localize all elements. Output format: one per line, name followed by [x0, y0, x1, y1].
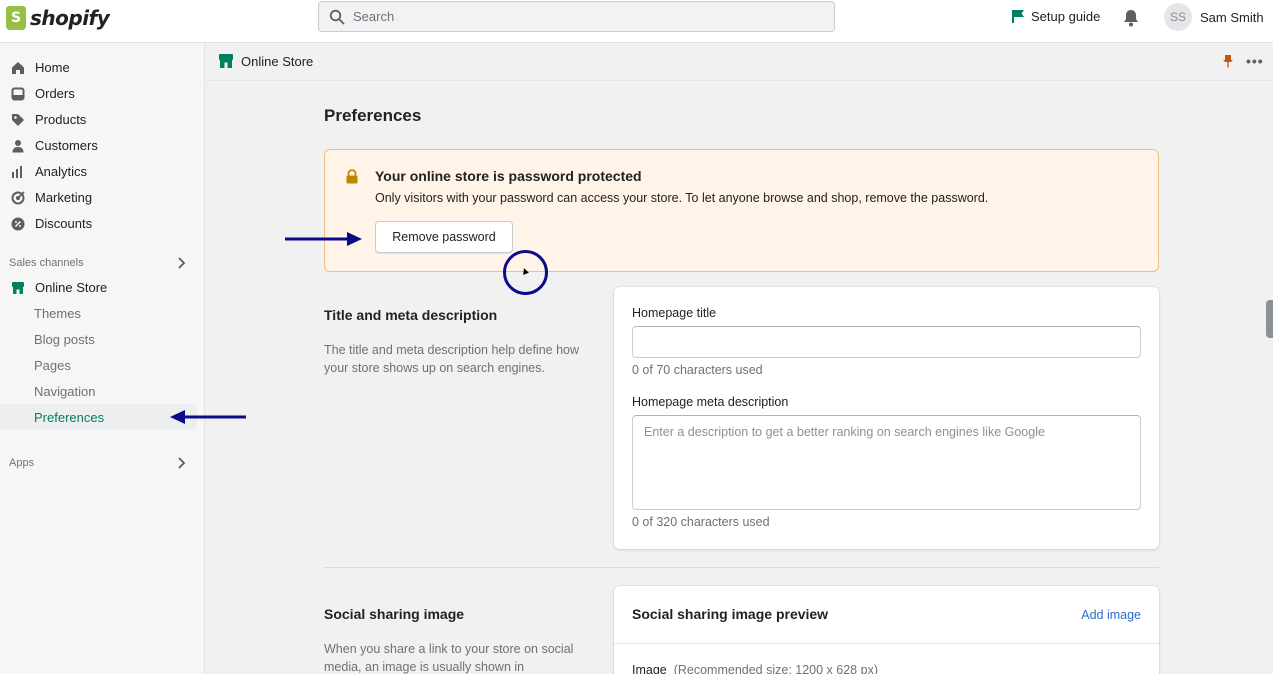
store-icon [10, 280, 25, 295]
search-input[interactable]: Search [318, 1, 835, 32]
sidebar-item-home[interactable]: Home [10, 60, 70, 75]
title-meta-heading: Title and meta description [324, 307, 498, 323]
sidebar-subitem-navigation[interactable]: Navigation [34, 384, 95, 399]
annotation-arrow-icon [170, 410, 246, 424]
shopify-bag-icon [6, 6, 26, 30]
social-card-title: Social sharing image preview [632, 606, 829, 622]
sidebar-item-orders[interactable]: Orders [10, 86, 75, 101]
sidebar-item-label: Online Store [35, 280, 108, 295]
title-meta-description: The title and meta description help defi… [324, 343, 580, 375]
sidebar-subitem-pages[interactable]: Pages [34, 358, 71, 373]
orders-icon [10, 86, 25, 101]
sidebar-item-label: Products [35, 112, 87, 127]
logo-text: shopify [30, 6, 110, 30]
social-sharing-card: Social sharing image preview Add image I… [614, 586, 1159, 674]
page-header-title: Online Store [241, 54, 314, 69]
person-icon [10, 138, 25, 153]
sidebar: Home Orders Products Customers Analytics… [0, 43, 205, 674]
sidebar-item-analytics[interactable]: Analytics [10, 164, 87, 179]
page-header: Online Store ••• [206, 43, 1273, 81]
meta-description-label: Homepage meta description [632, 395, 789, 409]
section-divider [324, 567, 1159, 568]
sidebar-item-label: Orders [35, 86, 75, 101]
image-size-hint: (Recommended size: 1200 x 628 px) [673, 663, 878, 674]
top-bar: shopify Search Setup guide SS Sam Smith [0, 0, 1273, 43]
banner-text: Only visitors with your password can acc… [375, 191, 989, 205]
bell-icon [1124, 10, 1138, 27]
flag-icon [1012, 10, 1024, 23]
add-image-link[interactable]: Add image [1081, 608, 1141, 622]
password-banner: Your online store is password protected … [324, 149, 1159, 272]
annotation-arrow-icon [285, 232, 362, 246]
lock-icon [346, 169, 358, 184]
sidebar-item-label: Home [35, 60, 70, 75]
pin-icon[interactable] [1222, 54, 1234, 68]
social-sharing-heading: Social sharing image [324, 606, 465, 622]
search-icon [329, 9, 345, 24]
remove-password-button[interactable]: Remove password [375, 221, 513, 253]
sidebar-item-online-store[interactable]: Online Store [10, 280, 107, 295]
sidebar-subitem-blog-posts[interactable]: Blog posts [34, 332, 95, 347]
chevron-right-icon[interactable] [176, 256, 186, 270]
chevron-right-icon[interactable] [176, 456, 186, 470]
sidebar-item-discounts[interactable]: Discounts [10, 216, 92, 231]
image-field-label: Image (Recommended size: 1200 x 628 px) [632, 663, 878, 674]
discount-icon [10, 216, 25, 231]
sidebar-item-label: Analytics [35, 164, 88, 179]
image-label-text: Image [632, 663, 667, 674]
bar-chart-icon [10, 164, 25, 179]
homepage-title-input[interactable] [632, 326, 1141, 358]
sidebar-subitem-themes[interactable]: Themes [34, 306, 81, 321]
sidebar-item-label: Customers [35, 138, 98, 153]
social-sharing-description: When you share a link to your store on s… [324, 642, 574, 674]
apps-label: Apps [9, 457, 35, 469]
page-title: Preferences [324, 106, 422, 125]
search-placeholder: Search [353, 9, 395, 24]
sales-channels-label: Sales channels [9, 257, 84, 269]
setup-guide-label: Setup guide [1031, 9, 1101, 24]
shopify-logo[interactable]: shopify [6, 6, 110, 30]
home-icon [10, 60, 25, 75]
user-name: Sam Smith [1200, 9, 1264, 25]
card-divider [614, 643, 1159, 644]
scrollbar-handle[interactable] [1266, 300, 1273, 338]
tag-icon [10, 112, 25, 127]
banner-title: Your online store is password protected [375, 168, 642, 184]
notifications-button[interactable] [1122, 8, 1140, 31]
more-actions-icon[interactable]: ••• [1246, 53, 1264, 69]
sidebar-subitem-preferences[interactable]: Preferences [34, 410, 104, 425]
sidebar-item-label: Discounts [35, 216, 93, 231]
title-meta-card: Homepage title 0 of 70 characters used H… [614, 287, 1159, 549]
sidebar-item-marketing[interactable]: Marketing [10, 190, 92, 205]
sidebar-item-products[interactable]: Products [10, 112, 86, 127]
meta-description-help: 0 of 320 characters used [632, 515, 770, 529]
homepage-title-label: Homepage title [632, 306, 717, 320]
sidebar-item-customers[interactable]: Customers [10, 138, 98, 153]
target-icon [10, 190, 25, 205]
meta-description-input[interactable]: Enter a description to get a better rank… [632, 415, 1141, 510]
store-icon [219, 54, 233, 68]
sidebar-item-label: Marketing [35, 190, 93, 205]
avatar: SS [1164, 3, 1192, 31]
user-menu[interactable]: SS Sam Smith [1164, 3, 1264, 31]
homepage-title-help: 0 of 70 characters used [632, 363, 763, 377]
setup-guide-button[interactable]: Setup guide [1011, 9, 1100, 24]
